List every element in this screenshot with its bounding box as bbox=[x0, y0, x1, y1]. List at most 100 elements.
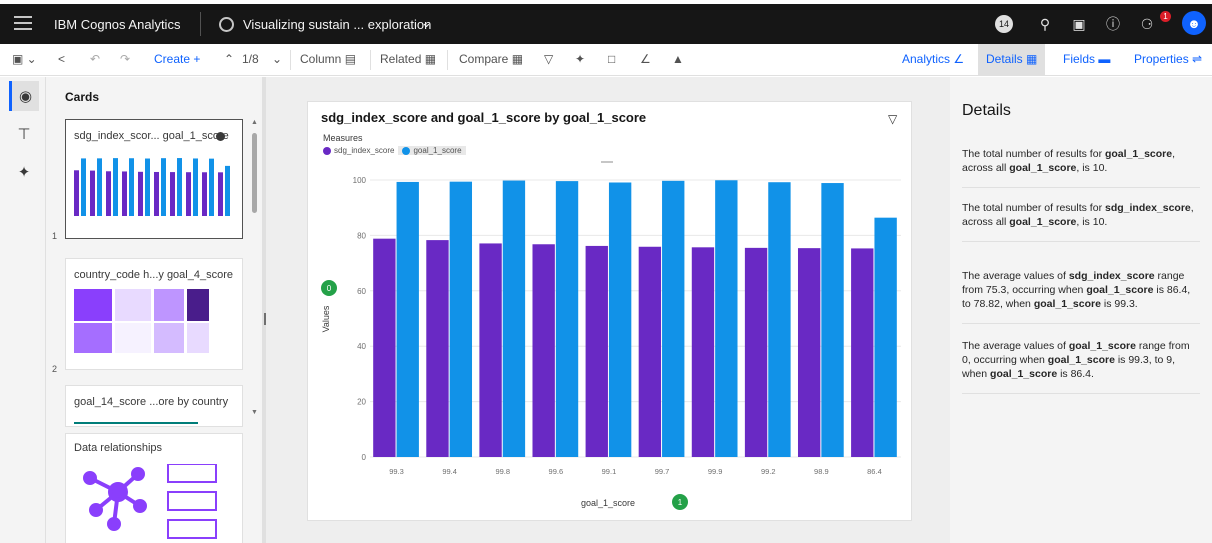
tab-fields-label: Fields bbox=[1063, 52, 1096, 66]
search-icon[interactable]: ⚲ bbox=[1034, 13, 1056, 35]
y-tick-label: 0 bbox=[362, 453, 367, 462]
delete-icon[interactable]: ▲ bbox=[672, 52, 684, 66]
card-number: 1 bbox=[52, 231, 58, 241]
bar bbox=[821, 183, 844, 457]
user-count-badge[interactable]: 14 bbox=[995, 15, 1013, 33]
chart-icon[interactable]: ∠ bbox=[640, 52, 651, 66]
column-visualization-button[interactable]: Column ▤ bbox=[300, 52, 356, 66]
thumbnail-bar bbox=[74, 170, 79, 216]
bar bbox=[691, 247, 715, 457]
x-tick-label: 99.7 bbox=[655, 467, 670, 476]
notification-count-badge: 1 bbox=[1160, 11, 1171, 22]
y-tick-label: 40 bbox=[357, 342, 366, 351]
tab-analytics[interactable]: Analytics ∠ bbox=[894, 44, 972, 76]
toolbar: ▣ ⌄ < ↶ ↷ Create + ⌃ 1/8 ⌄ Column ▤ Rela… bbox=[0, 44, 1212, 76]
pin-icon[interactable]: ✦ bbox=[575, 52, 585, 66]
card-label: Data relationships bbox=[74, 442, 163, 454]
tab-details-label: Details bbox=[986, 52, 1023, 66]
bar bbox=[768, 182, 791, 457]
scroll-up-icon[interactable]: ▲ bbox=[251, 119, 258, 126]
toolbar-divider bbox=[447, 50, 448, 70]
thumbnail-bar bbox=[81, 158, 86, 216]
column-label: Column bbox=[300, 52, 342, 66]
toolbar-divider bbox=[290, 50, 291, 70]
bar bbox=[638, 246, 662, 457]
user-avatar-icon[interactable]: ☻ bbox=[1182, 11, 1206, 35]
page-up-icon[interactable]: ⌃ bbox=[224, 52, 234, 66]
compare-label: Compare bbox=[459, 52, 509, 66]
left-rail: ◉ ⊤ ✦ bbox=[0, 77, 46, 543]
expand-icon[interactable]: □ bbox=[608, 52, 615, 66]
report-icon bbox=[219, 17, 234, 32]
create-button[interactable]: Create + bbox=[154, 52, 200, 66]
thumbnail-bar bbox=[129, 158, 134, 216]
cards-panel: Cards sdg_index_scor... goal_1_score 1 c… bbox=[46, 77, 262, 543]
menu-icon[interactable] bbox=[14, 16, 32, 32]
header-divider bbox=[200, 12, 201, 36]
help-icon[interactable]: ⓘ bbox=[1102, 13, 1124, 35]
pin-board-icon[interactable]: ✦ bbox=[9, 157, 39, 187]
thumbnail-bar bbox=[218, 172, 223, 216]
tab-properties[interactable]: Properties ⇌ bbox=[1126, 44, 1210, 76]
details-panel: Details The total number of results for … bbox=[950, 77, 1212, 543]
x-axis-label: goal_1_score bbox=[581, 498, 635, 508]
notification-icon[interactable]: ⚆ bbox=[1136, 13, 1158, 35]
thumbnail-bar bbox=[113, 158, 118, 216]
bar bbox=[744, 247, 768, 457]
compare-button[interactable]: Compare ▦ bbox=[459, 52, 523, 66]
thumbnail-bar bbox=[202, 172, 207, 216]
cards-scrollbar[interactable]: ▲ ▼ bbox=[250, 119, 258, 419]
bar bbox=[608, 182, 632, 458]
thumbnail-bar bbox=[97, 158, 102, 216]
related-button[interactable]: Related ▦ bbox=[380, 52, 436, 66]
x-tick-label: 86.4 bbox=[867, 467, 882, 476]
bar bbox=[532, 244, 555, 457]
card-thumbnail-heatmap bbox=[74, 289, 209, 353]
card-label: sdg_index_scor... goal_1_score bbox=[74, 130, 229, 142]
redo-icon[interactable]: ↷ bbox=[120, 52, 130, 66]
relationships-icon[interactable]: ⊤ bbox=[9, 119, 39, 149]
chevron-down-icon[interactable]: ⌄ bbox=[421, 15, 432, 31]
cards-title: Cards bbox=[65, 90, 100, 104]
card-label: goal_14_score ...ore by country bbox=[74, 396, 229, 408]
insight-text: The average values of sdg_index_score ra… bbox=[962, 269, 1200, 324]
card-item[interactable]: country_code h...y goal_4_score bbox=[65, 258, 243, 370]
card-item[interactable]: Data relationships bbox=[65, 433, 243, 543]
x-tick-label: 99.3 bbox=[389, 467, 404, 476]
filter-icon[interactable]: ▽ bbox=[544, 52, 553, 66]
bar bbox=[396, 181, 419, 457]
bar bbox=[449, 181, 473, 458]
scroll-down-icon[interactable]: ▼ bbox=[251, 409, 258, 416]
share-icon[interactable]: < bbox=[58, 52, 65, 66]
bar bbox=[479, 243, 502, 457]
insight-text: The average values of goal_1_score range… bbox=[962, 339, 1200, 394]
chat-icon[interactable]: ▣ bbox=[1068, 13, 1090, 35]
bar bbox=[874, 217, 897, 457]
undo-icon[interactable]: ↶ bbox=[90, 52, 100, 66]
bar bbox=[585, 245, 608, 457]
tab-details[interactable]: Details ▦ bbox=[978, 44, 1046, 76]
tab-properties-label: Properties bbox=[1134, 52, 1189, 66]
tab-fields[interactable]: Fields ▬ bbox=[1055, 44, 1118, 76]
report-title[interactable]: Visualizing sustain ... exploration bbox=[243, 17, 431, 32]
y-axis-badge-label: 0 bbox=[327, 284, 332, 293]
card-number: 2 bbox=[52, 364, 58, 374]
card-item[interactable]: sdg_index_scor... goal_1_score bbox=[65, 119, 243, 239]
y-tick-label: 80 bbox=[357, 231, 366, 240]
card-item[interactable]: goal_14_score ...ore by country bbox=[65, 385, 243, 427]
save-icon[interactable]: ▣ ⌄ bbox=[12, 52, 37, 66]
thumbnail-bar bbox=[225, 165, 230, 216]
thumbnail-bar bbox=[161, 158, 166, 216]
page-down-icon[interactable]: ⌄ bbox=[272, 52, 282, 66]
thumbnail-bar bbox=[186, 172, 191, 216]
details-title: Details bbox=[962, 102, 1011, 119]
x-axis-badge-label: 1 bbox=[678, 498, 683, 507]
bar bbox=[502, 180, 526, 457]
visualization-card[interactable]: sdg_index_score and goal_1_score by goal… bbox=[307, 101, 912, 521]
thumbnail-bar bbox=[209, 158, 214, 216]
bar-chart: 0 20 40 60 80 100 99.3 99.4 99.8 99.6 99.1 99.7 99.9… bbox=[321, 176, 901, 510]
scroll-thumb[interactable] bbox=[252, 133, 257, 213]
cards-view-icon[interactable]: ◉ bbox=[9, 81, 39, 111]
brand-name[interactable]: IBM Cognos Analytics bbox=[54, 17, 180, 32]
bar bbox=[426, 240, 449, 457]
